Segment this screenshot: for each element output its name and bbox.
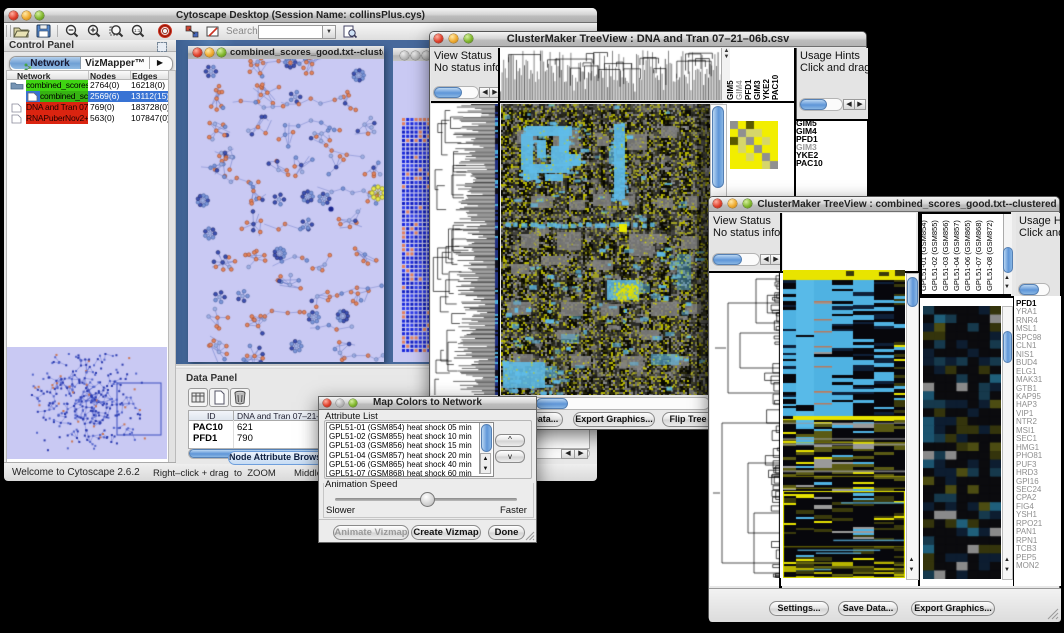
svg-text:1:1: 1:1	[134, 28, 141, 33]
